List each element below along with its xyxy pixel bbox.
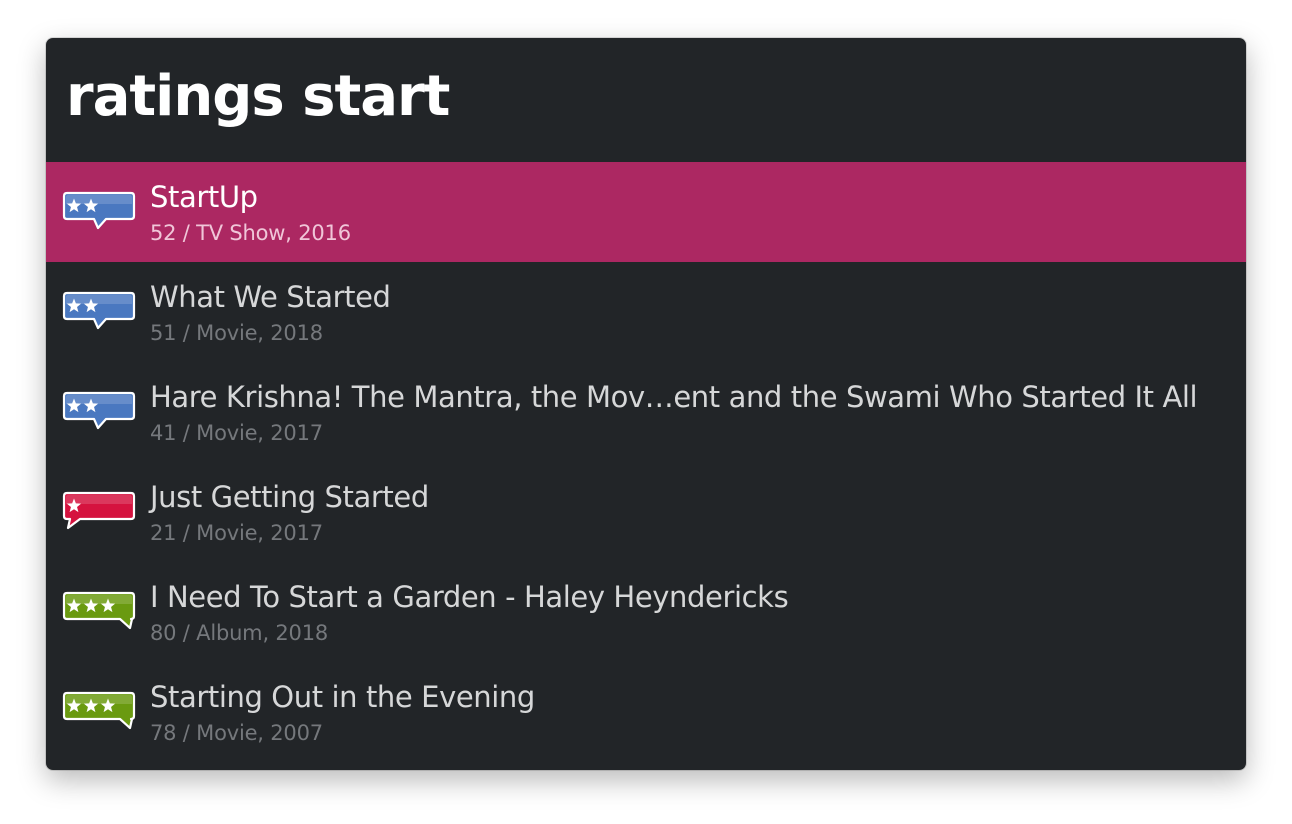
result-item[interactable]: Starting Out in the Evening 78 / Movie, … — [46, 662, 1246, 762]
result-item[interactable]: Hare Krishna! The Mantra, the Mov…ent an… — [46, 362, 1246, 462]
result-subtitle: 52 / TV Show, 2016 — [150, 221, 351, 245]
result-title: I Need To Start a Garden - Haley Heynder… — [150, 580, 789, 614]
rating-three-star-green-icon — [62, 690, 136, 736]
rating-one-star-red-icon — [62, 490, 136, 536]
rating-bubble-highlight — [66, 395, 132, 404]
result-item[interactable]: Just Getting Started 21 / Movie, 2017 — [46, 462, 1246, 562]
rating-bubble-highlight — [66, 295, 132, 304]
result-item[interactable]: I Need To Start a Garden - Haley Heynder… — [46, 562, 1246, 662]
search-query-field[interactable]: ratings start — [46, 38, 1246, 162]
rating-bubble-highlight — [66, 495, 132, 504]
result-subtitle: 41 / Movie, 2017 — [150, 421, 323, 445]
results-list: StartUp 52 / TV Show, 2016 What We Start… — [46, 162, 1246, 762]
result-item[interactable]: What We Started 51 / Movie, 2018 — [46, 262, 1246, 362]
result-title: StartUp — [150, 180, 258, 214]
rating-bubble-highlight — [66, 595, 132, 604]
result-item[interactable]: StartUp 52 / TV Show, 2016 — [46, 162, 1246, 262]
result-title: Hare Krishna! The Mantra, the Mov…ent an… — [150, 380, 1198, 414]
result-title: Just Getting Started — [150, 480, 429, 514]
rating-bubble-highlight — [66, 195, 132, 204]
rating-two-star-blue-icon — [62, 390, 136, 436]
rating-two-star-blue-icon — [62, 190, 136, 236]
result-subtitle: 78 / Movie, 2007 — [150, 721, 323, 745]
result-title: Starting Out in the Evening — [150, 680, 535, 714]
rating-three-star-green-icon — [62, 590, 136, 636]
result-title: What We Started — [150, 280, 391, 314]
rating-two-star-blue-icon — [62, 290, 136, 336]
rating-bubble-highlight — [66, 695, 132, 704]
result-subtitle: 21 / Movie, 2017 — [150, 521, 323, 545]
result-subtitle: 51 / Movie, 2018 — [150, 321, 323, 345]
result-subtitle: 80 / Album, 2018 — [150, 621, 329, 645]
launcher-window: ratings start StartUp 52 / TV Show, 2016… — [46, 38, 1246, 770]
